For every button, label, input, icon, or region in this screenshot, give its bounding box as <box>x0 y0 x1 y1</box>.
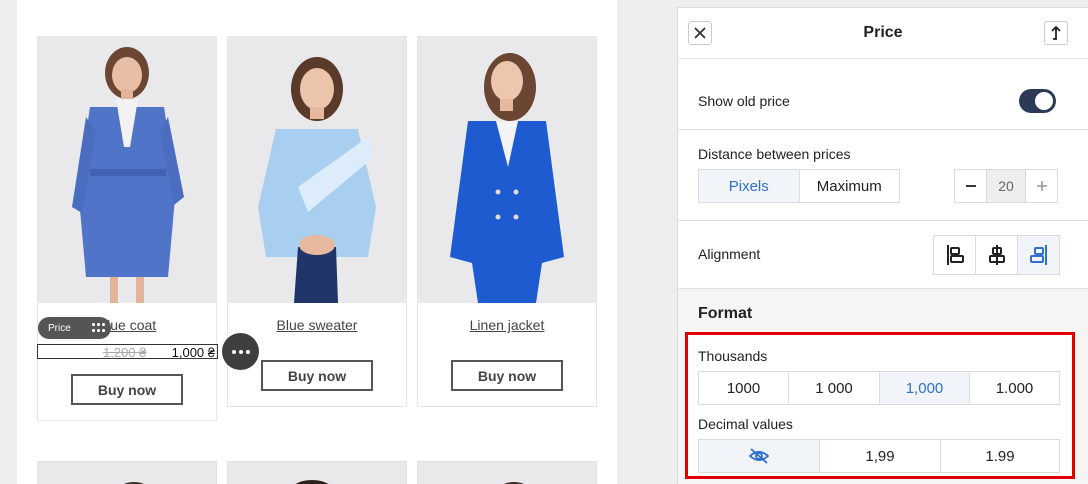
product-card[interactable]: Linen jacket Buy now <box>417 36 597 407</box>
thousands-option-dot[interactable]: 1.000 <box>970 372 1059 404</box>
distance-stepper: 20 <box>954 169 1058 203</box>
distance-option-maximum[interactable]: Maximum <box>799 170 899 202</box>
decimal-option-comma[interactable]: 1,99 <box>820 440 941 472</box>
buy-now-button[interactable]: Buy now <box>451 360 563 391</box>
alignment-row: Alignment <box>678 221 1088 289</box>
panel-header: Price <box>678 8 1088 59</box>
product-image <box>418 37 596 303</box>
align-right-icon <box>1029 245 1047 265</box>
minus-icon <box>965 185 976 187</box>
thousands-label: Thousands <box>698 348 768 364</box>
element-label-tag[interactable]: Price <box>38 317 111 339</box>
thousands-option-comma[interactable]: 1,000 <box>880 372 970 404</box>
new-price: 1,000 ₴ <box>171 345 215 360</box>
old-price: 1,200 ₴ <box>103 345 147 360</box>
panel-title: Price <box>863 24 903 41</box>
decrement-button[interactable] <box>955 170 986 202</box>
alignment-label: Alignment <box>698 246 761 262</box>
increment-button[interactable] <box>1026 170 1057 202</box>
decimal-selector: 1,99 1.99 <box>698 439 1060 473</box>
thousands-selector: 1000 1 000 1,000 1.000 <box>698 371 1060 405</box>
price-element[interactable]: 1,200 ₴ 1,000 ₴ <box>37 344 218 360</box>
alignment-selector <box>933 235 1060 275</box>
thousands-option-space[interactable]: 1 000 <box>789 372 880 404</box>
decimal-label: Decimal values <box>698 416 793 432</box>
product-image <box>228 37 406 303</box>
format-options-highlight: Thousands 1000 1 000 1,000 1.000 Decimal… <box>685 332 1075 479</box>
show-old-price-row: Show old price <box>678 59 1088 130</box>
buy-now-button[interactable]: Buy now <box>261 360 373 391</box>
decimal-option-dot[interactable]: 1.99 <box>941 440 1059 472</box>
plus-icon <box>1036 181 1047 191</box>
show-old-price-label: Show old price <box>698 93 790 109</box>
distance-row: Distance between prices Pixels Maximum 2… <box>678 130 1088 221</box>
thousands-option-none[interactable]: 1000 <box>699 372 789 404</box>
product-card[interactable]: Blue coat Buy now <box>37 36 217 421</box>
product-card[interactable] <box>227 461 407 484</box>
distance-label: Distance between prices <box>698 146 851 162</box>
drag-handle-icon[interactable] <box>92 323 105 333</box>
product-name[interactable]: Blue sweater <box>228 317 406 333</box>
format-title: Format <box>698 305 753 322</box>
page-canvas: Blue coat Buy now Blue sweater Buy now L… <box>17 0 617 484</box>
product-image <box>38 37 216 303</box>
more-options-button[interactable] <box>222 333 259 370</box>
product-card[interactable] <box>417 461 597 484</box>
buy-now-button[interactable]: Buy now <box>71 374 183 405</box>
distance-option-pixels[interactable]: Pixels <box>699 170 800 202</box>
align-right-button[interactable] <box>1018 236 1059 274</box>
product-card[interactable] <box>37 461 217 484</box>
hidden-eye-icon <box>748 448 770 464</box>
align-center-button[interactable] <box>976 236 1018 274</box>
align-left-button[interactable] <box>934 236 976 274</box>
collapse-button[interactable] <box>1044 21 1068 45</box>
distance-mode-selector: Pixels Maximum <box>698 169 900 203</box>
element-label: Price <box>48 322 71 334</box>
align-center-icon <box>988 245 1005 265</box>
distance-value[interactable]: 20 <box>986 170 1026 202</box>
product-name[interactable]: Linen jacket <box>418 317 596 333</box>
decimal-option-hidden[interactable] <box>699 440 820 472</box>
arrow-up-icon <box>1051 26 1061 40</box>
show-old-price-toggle[interactable] <box>1019 89 1056 113</box>
align-left-icon <box>946 245 964 265</box>
